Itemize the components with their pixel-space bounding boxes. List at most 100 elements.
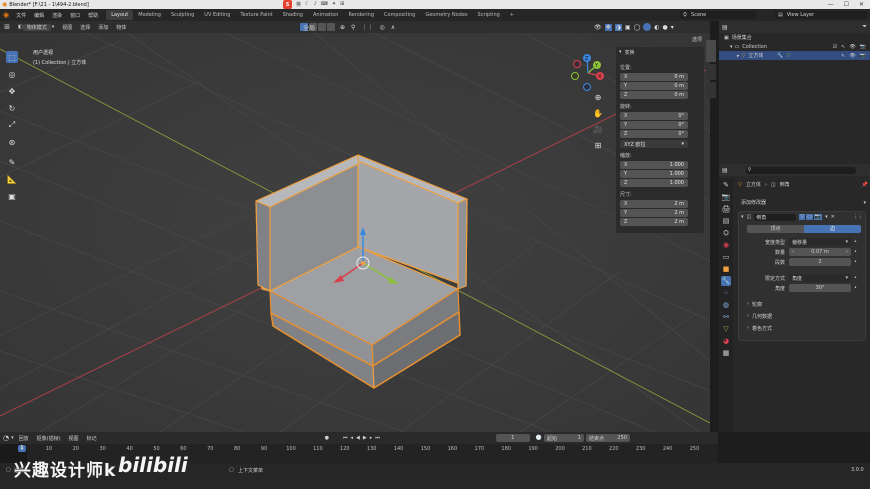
timeline-menu-view[interactable]: 视图: [66, 435, 82, 442]
start-frame-field[interactable]: 起始 1: [543, 434, 584, 442]
close-icon[interactable]: ✕: [859, 1, 864, 8]
wireframe-shading-icon[interactable]: ◯: [634, 24, 641, 31]
outliner-row-collection[interactable]: ▾ ▭ Collection ☑ ↖ 👁 📷: [719, 42, 870, 51]
keyframe-dot-icon[interactable]: •: [854, 259, 857, 265]
blender-menu-icon[interactable]: ◉: [0, 11, 12, 19]
tab-modeling[interactable]: Modeling: [133, 10, 166, 20]
rotate-tool-icon[interactable]: ↻: [6, 102, 18, 114]
chevron-down-icon[interactable]: ▾: [741, 214, 744, 220]
menu-file[interactable]: 文件: [12, 12, 30, 19]
jump-start-icon[interactable]: ⏮: [343, 435, 348, 441]
checkbox-icon[interactable]: ☑: [833, 44, 837, 50]
properties-editor-icon[interactable]: ▤: [722, 167, 728, 174]
timeline-menu-playback[interactable]: 回放: [16, 435, 32, 442]
play-icon[interactable]: ▶: [363, 435, 367, 441]
editor-type-icon[interactable]: ⊞: [0, 23, 14, 31]
rendered-shading-icon[interactable]: ●: [663, 24, 668, 31]
render-camera-icon[interactable]: 📷: [860, 53, 866, 59]
dropdown-icon[interactable]: ▾: [825, 214, 828, 220]
zoom-icon[interactable]: ⊕: [592, 91, 604, 103]
particles-tab-icon[interactable]: ⁘: [721, 288, 731, 298]
menu-view[interactable]: 视图: [58, 24, 76, 31]
remove-modifier-icon[interactable]: ✕: [831, 214, 835, 220]
timeline-editor-icon[interactable]: ◔: [3, 434, 9, 442]
pin-icon[interactable]: 📌: [862, 182, 868, 188]
modifier-tab-icon[interactable]: 🔧: [721, 276, 731, 286]
section-shading[interactable]: › 着色方式: [739, 324, 865, 332]
decrement-icon[interactable]: ‹: [792, 249, 794, 255]
dimensions-z-field[interactable]: Z2 m: [620, 218, 688, 226]
edit-mode-toggle-icon[interactable]: ▽: [799, 214, 806, 220]
scene-selector[interactable]: ⛭ Scene: [680, 11, 756, 19]
move-tool-icon[interactable]: ✥: [6, 85, 18, 97]
view-layer-tab-icon[interactable]: ▤: [721, 216, 731, 226]
play-reverse-icon[interactable]: ◀: [356, 435, 360, 441]
tab-animation[interactable]: Animation: [308, 10, 344, 20]
tab-shading[interactable]: Shading: [278, 10, 308, 20]
location-x-field[interactable]: X0 m: [620, 73, 688, 81]
menu-select[interactable]: 选择: [76, 24, 94, 31]
outliner-row-scene-collection[interactable]: ▣ 场景集合: [719, 33, 870, 42]
eye-icon[interactable]: 👁: [849, 44, 855, 50]
rotation-y-field[interactable]: Y 0°: [620, 121, 688, 129]
object-tab-icon[interactable]: ■: [721, 264, 731, 274]
tab-view[interactable]: [706, 82, 716, 98]
increment-icon[interactable]: ›: [846, 249, 848, 255]
menu-render[interactable]: 渲染: [48, 12, 66, 19]
render-toggle-icon[interactable]: 📷: [813, 214, 823, 220]
tab-compositing[interactable]: Compositing: [379, 10, 420, 20]
cursor-tool-icon[interactable]: ◎: [6, 68, 18, 80]
tab-geometry-nodes[interactable]: Geometry Nodes: [420, 10, 472, 20]
texture-tab-icon[interactable]: ▦: [721, 348, 731, 358]
keyframe-dot-icon[interactable]: •: [854, 275, 857, 281]
section-geometry[interactable]: › 几何数据: [739, 312, 865, 320]
keyframe-dot-icon[interactable]: •: [854, 285, 857, 291]
xray-icon[interactable]: ▣: [625, 24, 631, 31]
mode-selector[interactable]: 物体模式: [22, 23, 51, 31]
camera-icon[interactable]: 🎥: [592, 123, 604, 135]
world-tab-icon[interactable]: ◉: [721, 240, 731, 250]
outliner-row-object[interactable]: ▸ ▽ 立方体 🔧 ▽ ↖ 👁 📷: [719, 51, 870, 60]
menu-help[interactable]: 帮助: [84, 12, 102, 19]
physics-tab-icon[interactable]: ◍: [721, 300, 731, 310]
add-cube-tool-icon[interactable]: ▣: [6, 190, 18, 202]
eye-icon[interactable]: 👁: [849, 53, 855, 59]
annotate-tool-icon[interactable]: ✎: [6, 156, 18, 168]
select-subtract-icon[interactable]: [318, 23, 326, 31]
amount-field[interactable]: ‹ 0.07 m ›: [789, 248, 851, 256]
angle-field[interactable]: 30°: [789, 284, 851, 292]
material-tab-icon[interactable]: ◕: [721, 336, 731, 346]
measure-tool-icon[interactable]: 📐: [6, 173, 18, 185]
select-arrow-icon[interactable]: ↖: [841, 44, 845, 50]
expand-icon[interactable]: ▾: [730, 44, 733, 50]
tab-tool[interactable]: [706, 64, 716, 80]
material-shading-icon[interactable]: ◐: [654, 24, 659, 31]
collection-tab-icon[interactable]: ▭: [721, 252, 731, 262]
dimensions-x-field[interactable]: X2 m: [620, 200, 688, 208]
rotation-x-field[interactable]: X 0°: [620, 112, 688, 120]
view-layer-selector[interactable]: ▤ View Layer: [775, 11, 867, 19]
menu-object[interactable]: 物体: [112, 24, 130, 31]
transform-tool-icon[interactable]: ⊛: [6, 136, 18, 148]
constraints-tab-icon[interactable]: ⚯: [721, 312, 731, 322]
select-intersect-icon[interactable]: [327, 23, 335, 31]
modifier-name-field[interactable]: 倒角: [754, 213, 797, 221]
pivot-point-icon[interactable]: ⊕: [340, 24, 345, 31]
tab-sculpting[interactable]: Sculpting: [166, 10, 199, 20]
menu-edit[interactable]: 编辑: [30, 12, 48, 19]
grid-view-icon[interactable]: ⊞: [592, 139, 604, 151]
location-y-field[interactable]: Y0 m: [620, 82, 688, 90]
scale-y-field[interactable]: Y 1.000: [620, 170, 688, 178]
data-tab-icon[interactable]: ▽: [721, 324, 731, 334]
clock-icon[interactable]: 🕒: [536, 435, 542, 441]
limit-method-select[interactable]: 角度 ▾: [789, 274, 851, 282]
select-arrow-icon[interactable]: ↖: [841, 53, 845, 59]
expand-icon[interactable]: ▸: [737, 53, 740, 59]
falloff-icon[interactable]: ∧: [391, 24, 395, 31]
pan-hand-icon[interactable]: ✋: [592, 107, 604, 119]
menu-window[interactable]: 窗口: [66, 12, 84, 19]
record-icon[interactable]: ●: [325, 435, 329, 441]
transform-panel-header[interactable]: ▾ 变换: [616, 47, 704, 57]
snap-icon[interactable]: ⚲: [351, 24, 355, 31]
render-camera-icon[interactable]: 📷: [860, 44, 866, 50]
